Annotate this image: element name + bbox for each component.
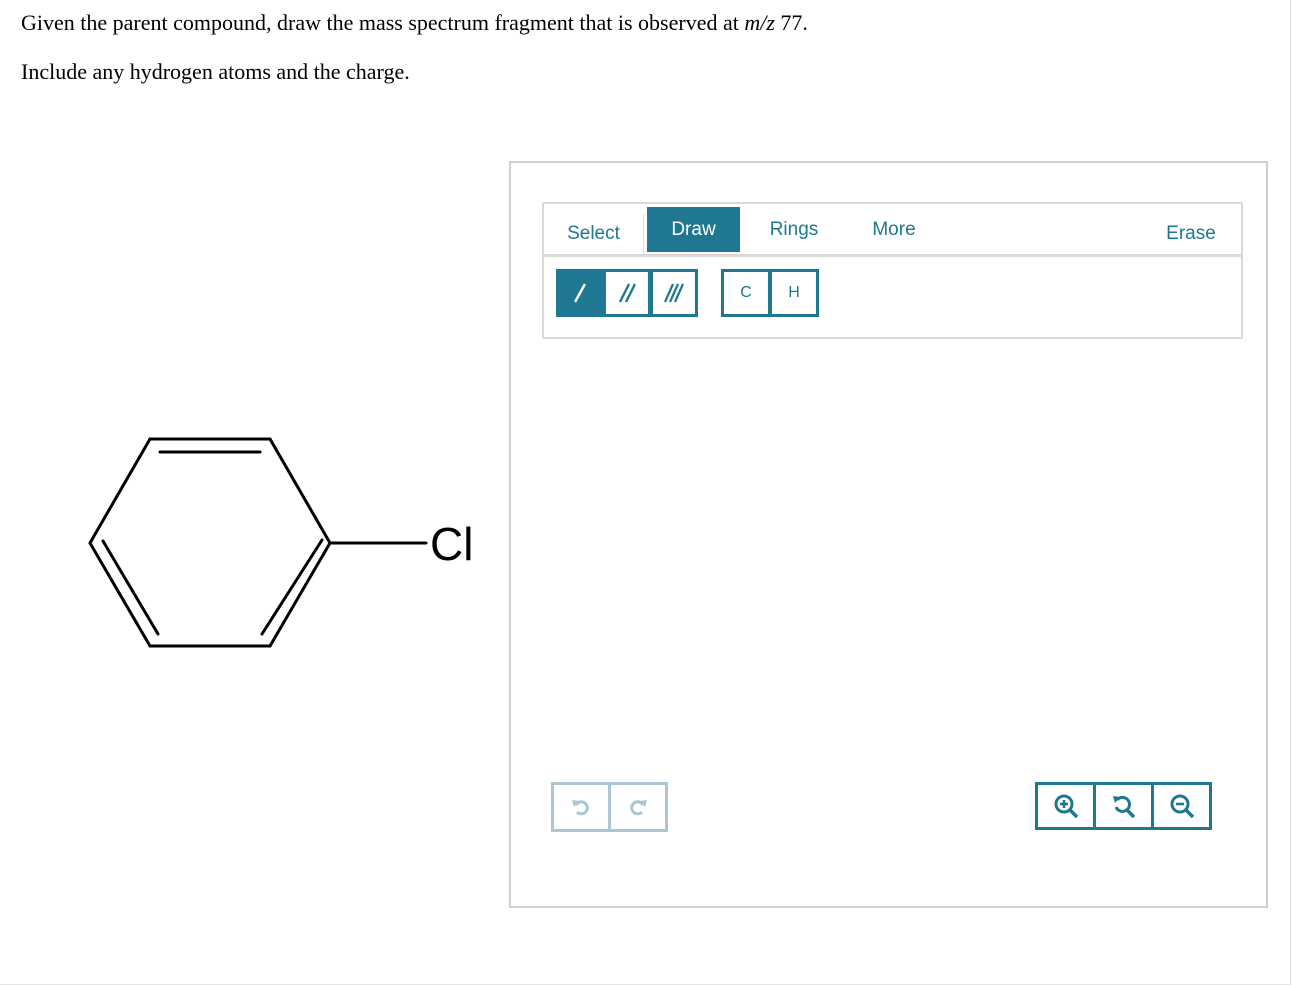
single-bond-button[interactable] xyxy=(556,269,604,317)
zoom-reset-button[interactable] xyxy=(1093,782,1154,830)
tab-rings[interactable]: Rings xyxy=(744,207,844,253)
tab-select[interactable]: Select xyxy=(544,214,644,254)
redo-icon xyxy=(630,800,647,816)
redo-button[interactable] xyxy=(608,782,668,832)
zoom-reset-icon xyxy=(1112,795,1135,819)
ring-double-bond-left xyxy=(101,539,160,636)
mz-value: 77. xyxy=(774,10,808,35)
zoom-in-icon xyxy=(1054,794,1078,819)
undo-button[interactable] xyxy=(551,782,611,832)
question-text: Given the parent compound, draw the mass… xyxy=(21,10,745,35)
mz-label: m/z xyxy=(744,10,775,35)
toolbar-tabs: Select Draw Rings More Erase xyxy=(544,204,1241,257)
zoom-controls xyxy=(1035,782,1212,830)
history-controls xyxy=(551,782,668,832)
ring-bond-upper-right xyxy=(268,437,332,545)
triple-bond-button[interactable] xyxy=(650,269,698,317)
editor-toolbar: Select Draw Rings More Erase C H xyxy=(542,202,1243,339)
question-line-1: Given the parent compound, draw the mass… xyxy=(21,10,808,36)
single-bond-icon xyxy=(573,283,587,303)
structure-editor[interactable]: Select Draw Rings More Erase C H xyxy=(509,161,1268,908)
parent-compound-structure: Cl xyxy=(88,437,473,648)
hydrogen-atom-button[interactable]: H xyxy=(769,269,819,317)
triple-bond-icon xyxy=(663,283,685,303)
ring-bond-lower-right xyxy=(268,541,332,648)
carbon-atom-button[interactable]: C xyxy=(721,269,771,317)
ring-bond-lower-left xyxy=(88,541,152,648)
ring-double-bond-right xyxy=(260,538,324,636)
ring-bond-upper-left xyxy=(88,437,152,545)
double-bond-icon xyxy=(618,283,637,303)
tab-draw[interactable]: Draw xyxy=(647,207,740,252)
chlorine-label: Cl xyxy=(430,518,473,570)
atom-tools: C H xyxy=(721,269,819,317)
tab-more[interactable]: More xyxy=(844,207,944,253)
undo-icon xyxy=(572,800,589,816)
tab-erase[interactable]: Erase xyxy=(1141,214,1241,254)
zoom-in-button[interactable] xyxy=(1035,782,1096,830)
bond-tools xyxy=(556,269,698,317)
zoom-out-icon xyxy=(1170,794,1194,819)
zoom-out-button[interactable] xyxy=(1151,782,1212,830)
double-bond-button[interactable] xyxy=(603,269,651,317)
question-line-2: Include any hydrogen atoms and the charg… xyxy=(21,59,410,84)
